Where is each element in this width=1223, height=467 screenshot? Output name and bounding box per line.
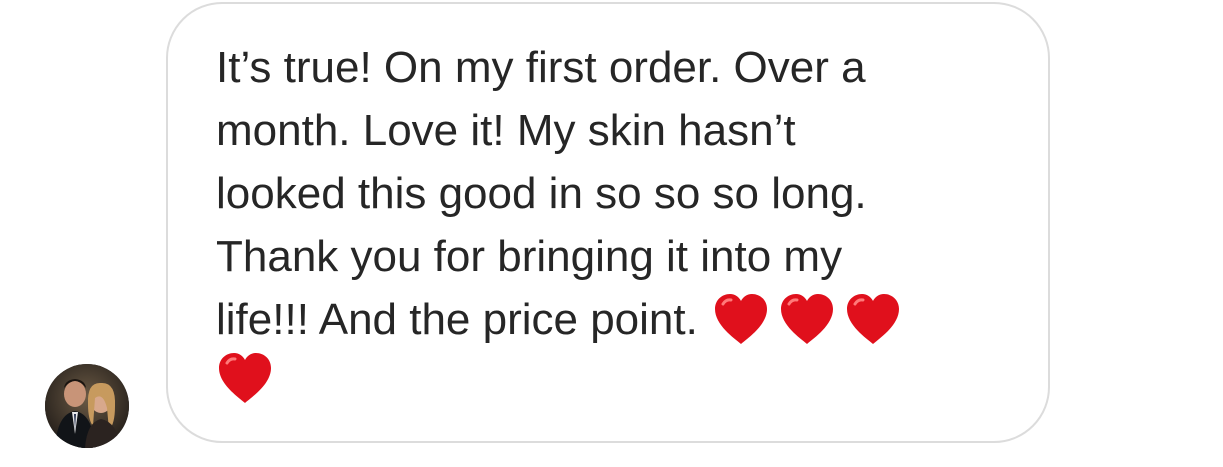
message-bubble[interactable]: It’s true! On my first order. Over a mon… — [166, 2, 1050, 443]
message-line-hearts — [216, 351, 1016, 418]
heart-emoji-icon — [846, 294, 899, 344]
avatar[interactable] — [45, 364, 129, 448]
message-line: It’s true! On my first order. Over a — [216, 43, 866, 92]
heart-emoji-icon — [780, 294, 833, 344]
heart-emoji-icon — [219, 353, 271, 403]
avatar-photo-icon — [45, 364, 129, 448]
heart-emoji-group — [712, 288, 910, 351]
message-text: It’s true! On my first order. Over a mon… — [216, 36, 1016, 418]
heart-emoji-icon — [714, 294, 767, 344]
message-thread: It’s true! On my first order. Over a mon… — [0, 0, 1223, 467]
message-line: looked this good in so so so long. — [216, 169, 867, 218]
message-line: life!!! And the price point. — [216, 295, 698, 344]
message-line-with-hearts: life!!! And the price point. — [216, 288, 1016, 351]
message-line: month. Love it! My skin hasn’t — [216, 106, 796, 155]
message-line: Thank you for bringing it into my — [216, 232, 843, 281]
